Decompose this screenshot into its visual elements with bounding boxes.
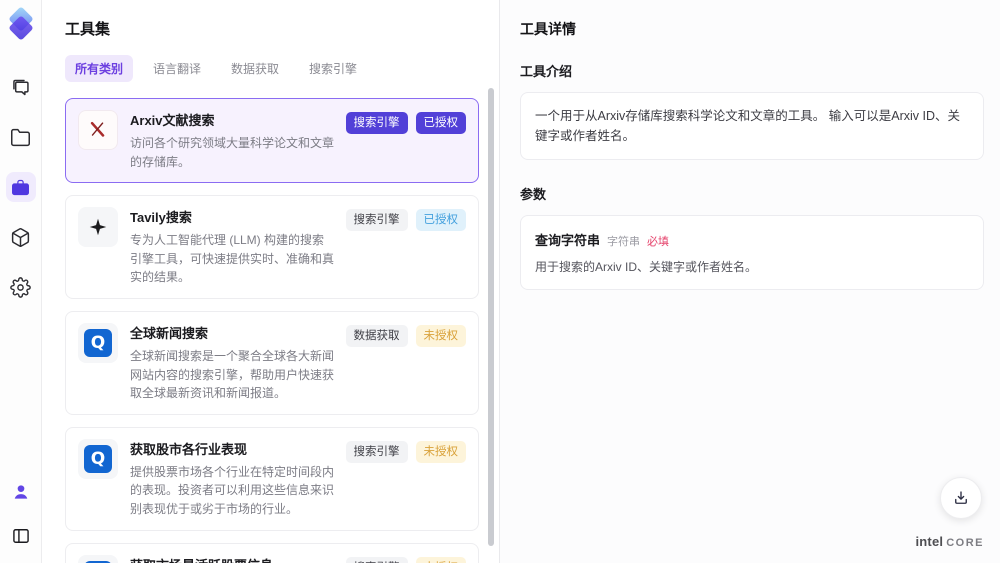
category-tab[interactable]: 语言翻译 (143, 55, 211, 82)
tool-list: Arxiv文献搜索 访问各个研究领域大量科学论文和文章的存储库。 搜索引擎 已授… (65, 98, 479, 563)
category-badge: 数据获取 (345, 324, 408, 348)
param-required-badge: 必填 (647, 236, 670, 248)
category-tab[interactable]: 搜索引擎 (299, 55, 367, 82)
tool-description: 全球新闻搜索是一个聚合全球各大新闻网站内容的搜索引擎，帮助用户快速获取全球最新资… (130, 348, 335, 401)
tool-name: Arxiv文献搜索 (130, 113, 215, 128)
auth-status-badge: 未授权 (415, 324, 466, 348)
tool-card[interactable]: Q 获取市场最活跃股票信息 提供当天交易量最高的股票列表，投资者可以利用这些信息… (65, 542, 479, 563)
package-icon (10, 227, 31, 248)
folder-icon (10, 127, 31, 148)
panel-toggle-icon (11, 526, 31, 546)
category-tab[interactable]: 所有类别 (65, 55, 134, 82)
param-description: 用于搜索的Arxiv ID、关键字或作者姓名。 (535, 260, 758, 274)
tool-description: 访问各个研究领域大量科学论文和文章的存储库。 (130, 136, 335, 169)
intro-heading: 工具介绍 (520, 64, 573, 79)
category-badge: 搜索引擎 (345, 209, 408, 232)
param-type: 字符串 (607, 236, 641, 248)
intel-core-logo: intel CORE (915, 534, 984, 549)
auth-status-badge: 已授权 (415, 112, 466, 135)
user-icon (11, 482, 31, 502)
core-wordmark: CORE (946, 537, 984, 549)
tools-panel: 工具集 所有类别 语言翻译 数据获取 搜索引擎 Arxiv文献搜索 访问各个研究领域大… (42, 0, 500, 563)
category-tab[interactable]: 数据获取 (221, 55, 289, 82)
sidebar-item-toolbox[interactable] (5, 172, 36, 202)
gear-icon (10, 276, 31, 298)
sidebar-item-files[interactable] (6, 122, 36, 152)
tool-name: 获取市场最活跃股票信息 (130, 555, 336, 563)
toolbox-icon (10, 177, 31, 198)
details-title: 工具详情 (520, 21, 576, 37)
news-blue-icon: Q (78, 438, 118, 479)
tool-card[interactable]: Arxiv文献搜索 访问各个研究领域大量科学论文和文章的存储库。 搜索引擎 已授… (65, 98, 479, 184)
tool-description: 专为人工智能代理 (LLM) 构建的搜索引擎工具，可快速提供实时、准确和真实的结… (130, 233, 335, 285)
download-button[interactable] (940, 477, 982, 519)
page-title: 工具集 (65, 21, 111, 38)
app-window: 工具集 所有类别 语言翻译 数据获取 搜索引擎 Arxiv文献搜索 访问各个研究领域大… (0, 0, 1000, 563)
tool-card[interactable]: Q 获取股市各行业表现 提供股票市场各个行业在特定时间段内的表现。投资者可以利用… (65, 426, 479, 531)
sidebar-bottom (6, 477, 36, 551)
chat-icon (10, 77, 31, 98)
param-card: 查询字符串 字符串 必填 用于搜索的Arxiv ID、关键字或作者姓名。 (520, 215, 984, 290)
params-heading: 参数 (520, 187, 547, 202)
sidebar-rail (0, 0, 42, 563)
sidebar-item-collapse[interactable] (6, 521, 36, 551)
category-tabs: 所有类别 语言翻译 数据获取 搜索引擎 (65, 55, 499, 82)
param-name: 查询字符串 (535, 233, 601, 248)
sidebar-item-chat[interactable] (6, 72, 36, 102)
sidebar-item-settings[interactable] (6, 272, 36, 302)
sidebar-item-packages[interactable] (6, 222, 36, 252)
tool-name: 全球新闻搜索 (130, 325, 209, 341)
tavily-icon (78, 207, 118, 248)
news-blue-icon: Q (78, 554, 118, 563)
intel-wordmark: intel (915, 534, 944, 549)
download-icon (952, 489, 970, 507)
list-scrollbar[interactable] (488, 88, 494, 546)
news-blue-icon: Q (78, 322, 118, 363)
category-badge: 搜索引擎 (345, 556, 408, 563)
tool-name: 获取股市各行业表现 (130, 441, 248, 457)
tool-details-panel: 工具详情 工具介绍 一个用于从Arxiv存储库搜索科学论文和文章的工具。 输入可… (500, 0, 1000, 563)
auth-status-badge: 未授权 (415, 556, 466, 563)
arxiv-icon (78, 110, 118, 150)
category-badge: 搜索引擎 (345, 112, 408, 135)
sidebar-nav (5, 72, 36, 302)
intro-text: 一个用于从Arxiv存储库搜索科学论文和文章的工具。 输入可以是Arxiv ID… (520, 92, 984, 160)
auth-status-badge: 已授权 (415, 209, 466, 232)
tool-card[interactable]: Tavily搜索 专为人工智能代理 (LLM) 构建的搜索引擎工具，可快速提供实… (65, 195, 479, 299)
tool-card[interactable]: Q 全球新闻搜索 全球新闻搜索是一个聚合全球各大新闻网站内容的搜索引擎，帮助用户… (65, 310, 479, 415)
sidebar-item-account[interactable] (6, 477, 36, 507)
category-badge: 搜索引擎 (345, 440, 408, 463)
tool-description: 提供股票市场各个行业在特定时间段内的表现。投资者可以利用这些信息来识别表现优于或… (130, 464, 335, 516)
app-logo-icon (7, 6, 35, 41)
tool-name: Tavily搜索 (130, 210, 192, 226)
auth-status-badge: 未授权 (415, 440, 466, 463)
